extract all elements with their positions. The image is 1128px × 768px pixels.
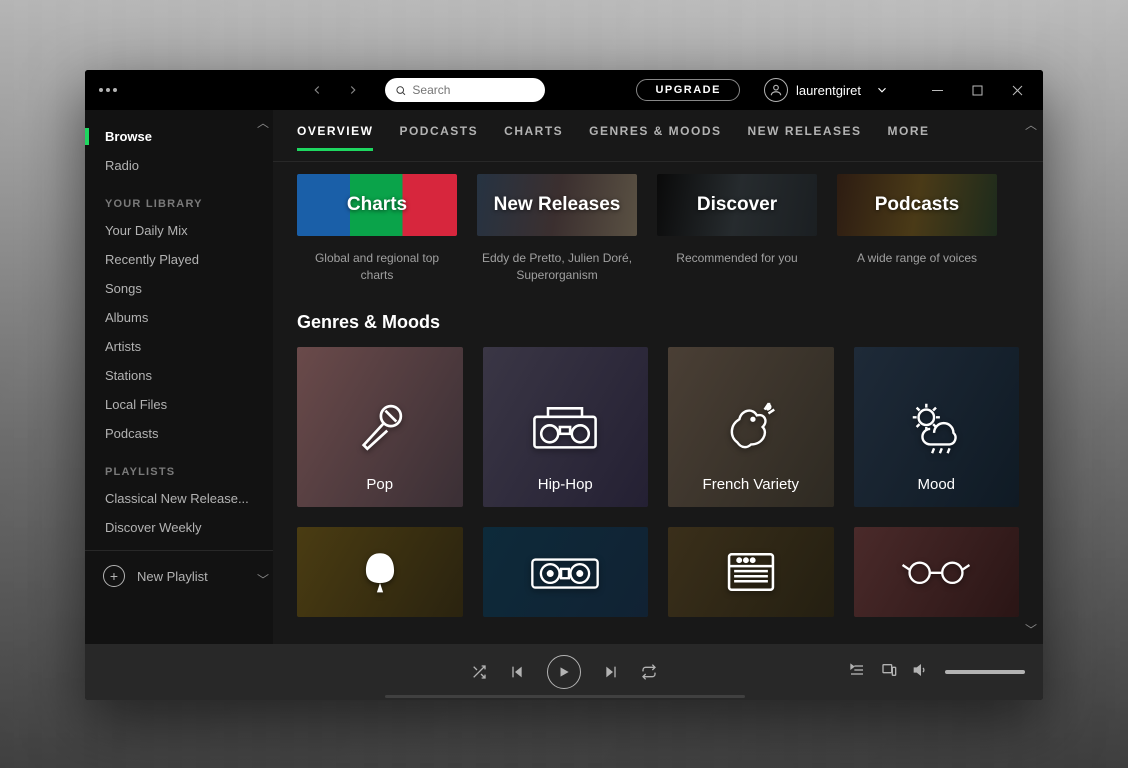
previous-button[interactable] (509, 664, 525, 680)
hero-card-charts[interactable]: Charts Global and regional top charts (297, 174, 457, 284)
username-label: laurentgiret (796, 83, 861, 98)
sidebar-item-radio[interactable]: Radio (85, 151, 273, 180)
hero-caption: A wide range of voices (837, 250, 997, 267)
tab-podcasts[interactable]: PODCASTS (399, 124, 478, 151)
genre-tile-pop[interactable]: Pop (297, 347, 463, 507)
hero-thumb: New Releases (477, 174, 637, 236)
genre-label: Pop (297, 476, 463, 493)
tabs: OVERVIEW PODCASTS CHARTS GENRES & MOODS … (273, 110, 1043, 162)
svg-text:♪: ♪ (766, 401, 771, 412)
window-maximize-button[interactable] (957, 75, 997, 105)
sidebar-item-artists[interactable]: Artists (85, 332, 273, 361)
genre-tile-mood[interactable]: Mood (854, 347, 1020, 507)
hero-caption: Global and regional top charts (297, 250, 457, 284)
boombox-icon (531, 403, 599, 451)
sidebar-item-local-files[interactable]: Local Files (85, 390, 273, 419)
amp-icon (724, 549, 778, 595)
sidebar-playlist-item[interactable]: Classical New Release... (85, 484, 273, 513)
genre-label: Hip-Hop (483, 476, 649, 493)
volume-button[interactable] (913, 662, 929, 683)
sidebar-section-playlists: PLAYLISTS (85, 448, 273, 484)
genre-label: Mood (854, 476, 1020, 493)
player-bar (85, 644, 1043, 700)
tab-charts[interactable]: CHARTS (504, 124, 563, 151)
sidebar-playlist-item[interactable]: Discover Weekly (85, 513, 273, 542)
titlebar: UPGRADE laurentgiret (85, 70, 1043, 110)
sidebar-item-podcasts[interactable]: Podcasts (85, 419, 273, 448)
play-button[interactable] (547, 655, 581, 689)
app-menu-icon[interactable] (99, 88, 127, 92)
window-minimize-button[interactable] (917, 75, 957, 105)
hero-thumb: Charts (297, 174, 457, 236)
hero-card-discover[interactable]: Discover Recommended for you (657, 174, 817, 284)
sidebar-item-songs[interactable]: Songs (85, 274, 273, 303)
sidebar-item-albums[interactable]: Albums (85, 303, 273, 332)
nav-forward-button[interactable] (339, 76, 367, 104)
sidebar: ︿ Browse Radio YOUR LIBRARY Your Daily M… (85, 110, 273, 644)
search-box[interactable] (385, 78, 545, 102)
genre-grid: Pop Hip-Hop ♪ French Variety Mood (297, 347, 1019, 507)
hero-caption: Recommended for you (657, 250, 817, 267)
genre-tile-hiphop[interactable]: Hip-Hop (483, 347, 649, 507)
genre-grid-2 (297, 527, 1019, 617)
main-scroll-up-icon[interactable]: ︿ (1025, 116, 1037, 133)
app-window: UPGRADE laurentgiret ︿ Browse Radio YOUR… (85, 70, 1043, 700)
genre-tile[interactable] (854, 527, 1020, 617)
sunglasses-icon (901, 557, 971, 587)
avatar-icon (764, 78, 788, 102)
hero-card-podcasts[interactable]: Podcasts A wide range of voices (837, 174, 997, 284)
genre-tile[interactable] (668, 527, 834, 617)
content-scroll[interactable]: Charts Global and regional top charts Ne… (273, 162, 1043, 644)
shuffle-button[interactable] (471, 664, 487, 680)
hero-caption: Eddy de Pretto, Julien Doré, Superorgani… (477, 250, 637, 284)
user-menu[interactable]: laurentgiret (764, 78, 889, 102)
upgrade-button[interactable]: UPGRADE (636, 79, 740, 101)
tab-new-releases[interactable]: NEW RELEASES (748, 124, 862, 151)
main-pane: ︿ OVERVIEW PODCASTS CHARTS GENRES & MOOD… (273, 110, 1043, 644)
queue-button[interactable] (849, 662, 865, 683)
chair-icon (355, 547, 405, 597)
sidebar-item-recently-played[interactable]: Recently Played (85, 245, 273, 274)
window-close-button[interactable] (997, 75, 1037, 105)
sidebar-section-library: YOUR LIBRARY (85, 180, 273, 216)
sidebar-scroll-down-icon[interactable]: ﹀ (257, 571, 269, 588)
section-title-genres: Genres & Moods (297, 312, 1019, 333)
sidebar-item-browse[interactable]: Browse (85, 122, 273, 151)
search-input[interactable] (412, 83, 535, 97)
sidebar-item-daily-mix[interactable]: Your Daily Mix (85, 216, 273, 245)
sidebar-item-stations[interactable]: Stations (85, 361, 273, 390)
turntable-icon (530, 552, 600, 592)
volume-slider[interactable] (945, 670, 1025, 674)
rooster-icon: ♪ (720, 396, 782, 458)
new-playlist-button[interactable]: + New Playlist (85, 550, 273, 601)
weather-icon (905, 399, 967, 455)
devices-button[interactable] (881, 662, 897, 683)
microphone-icon (351, 398, 409, 456)
repeat-button[interactable] (641, 664, 657, 680)
main-scroll-down-icon[interactable]: ﹀ (1025, 621, 1037, 638)
plus-icon: + (103, 565, 125, 587)
progress-bar[interactable] (385, 695, 745, 698)
tab-genres-moods[interactable]: GENRES & MOODS (589, 124, 721, 151)
tab-overview[interactable]: OVERVIEW (297, 124, 373, 151)
hero-thumb: Discover (657, 174, 817, 236)
hero-row: Charts Global and regional top charts Ne… (297, 174, 1019, 284)
genre-label: French Variety (668, 476, 834, 493)
hero-thumb: Podcasts (837, 174, 997, 236)
next-button[interactable] (603, 664, 619, 680)
nav-back-button[interactable] (303, 76, 331, 104)
genre-tile[interactable] (297, 527, 463, 617)
tab-more[interactable]: MORE (888, 124, 930, 151)
search-icon (395, 84, 406, 97)
genre-tile[interactable] (483, 527, 649, 617)
hero-card-new-releases[interactable]: New Releases Eddy de Pretto, Julien Doré… (477, 174, 637, 284)
genre-tile-french-variety[interactable]: ♪ French Variety (668, 347, 834, 507)
chevron-down-icon (875, 83, 889, 97)
new-playlist-label: New Playlist (137, 569, 208, 584)
